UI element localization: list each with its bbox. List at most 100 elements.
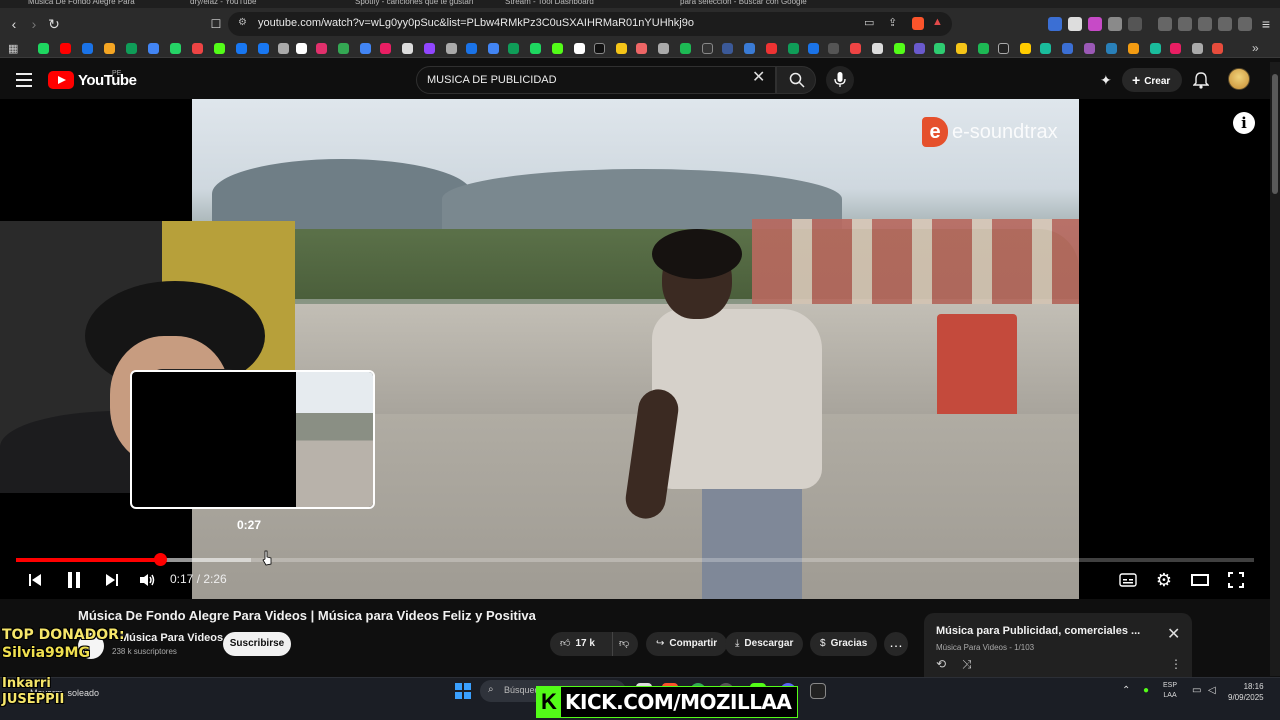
mute-button[interactable] [135,568,159,592]
bookmark-icon[interactable] [680,43,691,54]
download-button[interactable]: ⤓ Descargar [725,632,804,656]
bookmark-icon[interactable] [488,43,499,54]
bookmark-icon[interactable] [1040,43,1051,54]
scrollbar-thumb[interactable] [1272,74,1278,194]
system-clock[interactable]: 18:16 9/09/2025 [1228,681,1264,703]
bookmark-icon[interactable] [702,43,713,54]
wallet-icon[interactable] [1198,17,1212,31]
more-bookmarks-icon[interactable]: » [1252,41,1259,55]
bookmark-icon[interactable] [126,43,137,54]
windows-start-icon[interactable] [455,683,471,699]
bookmark-icon[interactable] [82,43,93,54]
forward-icon[interactable]: › [26,16,42,32]
subtitles-button[interactable] [1116,568,1140,592]
leo-icon[interactable] [1218,17,1232,31]
bookmark-icon[interactable] [466,43,477,54]
shuffle-icon[interactable]: ⤨ [962,657,972,672]
bookmark-icon[interactable] [616,43,627,54]
playlist-title[interactable]: Música para Publicidad, comerciales ... [936,625,1140,637]
extension-icon[interactable] [1128,17,1142,31]
bookmark-icon[interactable] [258,43,269,54]
audio-app-icon[interactable] [810,683,826,699]
bookmark-icon[interactable] [380,43,391,54]
pause-button[interactable] [62,568,86,592]
playlist-panel[interactable]: Música para Publicidad, comerciales ... … [924,613,1192,677]
bookmark-icon[interactable] [278,43,289,54]
brave-shield-icon[interactable] [912,17,924,30]
bookmark-google-icon[interactable] [296,43,307,54]
bookmark-icon[interactable] [766,43,777,54]
bookmark-icon[interactable] [360,43,371,54]
brave-rewards-icon[interactable]: ▲ [932,16,943,28]
bookmark-icon[interactable] [446,43,457,54]
subscribe-button[interactable]: Suscribirse [223,632,291,656]
thanks-button[interactable]: $ Gracias [810,632,878,656]
search-input[interactable]: MUSICA DE PUBLICIDAD [416,66,776,94]
clear-search-icon[interactable]: ✕ [752,70,765,86]
extension-icon[interactable] [1088,17,1102,31]
guide-menu-icon[interactable] [16,73,32,87]
media-icon[interactable] [1158,17,1172,31]
bookmark-icon[interactable] [978,43,989,54]
bookmark-x-icon[interactable] [574,43,585,54]
dislike-button[interactable]: 👎︎ [612,632,638,656]
bookmark-icon[interactable] [1212,43,1223,54]
bookmark-icon[interactable] [1084,43,1095,54]
browser-tab[interactable]: Stream - Tool Dashboard [505,0,635,8]
bookmark-icon[interactable] [104,43,115,54]
sidebar-icon[interactable] [1178,17,1192,31]
create-clip-icon[interactable]: ✦ [1100,72,1112,89]
bookmark-icon[interactable] [956,43,967,54]
language-indicator[interactable]: ESP LAA [1163,681,1177,701]
theater-mode-button[interactable] [1188,568,1212,592]
bookmark-icon[interactable]: ☐ [208,16,224,32]
network-icon[interactable]: ▭ [1192,685,1201,696]
bookmark-icon[interactable] [402,43,413,54]
share-button[interactable]: ↪ Compartir [646,632,728,656]
bookmark-icon[interactable] [934,43,945,54]
bookmark-icon[interactable] [1020,43,1031,54]
notifications-bell-icon[interactable] [1193,72,1209,89]
progress-scrubber[interactable] [153,553,167,566]
bookmark-icon[interactable] [808,43,819,54]
like-button[interactable]: 👍︎ 17 k [550,632,612,656]
extension-icon[interactable] [1068,17,1082,31]
site-info-icon[interactable]: ⚙ [238,17,247,28]
bookmark-icon[interactable] [872,43,883,54]
apps-grid-icon[interactable]: ▦ [8,42,18,55]
bookmark-icon[interactable] [744,43,755,54]
bookmark-icon[interactable] [530,43,541,54]
bookmark-icon[interactable] [552,43,563,54]
bookmark-icon[interactable] [508,43,519,54]
bookmark-icon[interactable] [914,43,925,54]
next-button[interactable] [100,568,124,592]
bookmark-icon[interactable] [788,43,799,54]
browser-tab[interactable]: dry/elaz - YouTube [190,0,320,8]
microphone-tray-icon[interactable]: ● [1143,685,1149,696]
bookmark-spotify-icon[interactable] [38,43,49,54]
bookmark-icon[interactable] [1150,43,1161,54]
progress-bar[interactable] [16,553,1254,566]
create-button[interactable]: + Crear [1122,68,1182,92]
close-icon[interactable]: ✕ [1167,627,1180,643]
bookmark-twitch-icon[interactable] [424,43,435,54]
tray-overflow-icon[interactable]: ⌃ [1122,685,1130,696]
bookmark-tiktok-icon[interactable] [594,43,605,54]
more-vertical-icon[interactable]: ⋮ [1170,657,1182,671]
back-icon[interactable]: ‹ [6,16,22,32]
bookmark-kick-icon[interactable] [214,43,225,54]
youtube-wordmark[interactable]: YouTube [78,72,137,89]
bookmark-icon[interactable] [658,43,669,54]
video-player[interactable]: e e-soundtrax i 0:27 0:17 / 2:26 ⚙ [0,99,1270,599]
bookmark-icon[interactable] [850,43,861,54]
info-icon[interactable]: i [1233,112,1255,134]
share-page-icon[interactable]: ⇪ [888,16,897,29]
video-frame[interactable]: e e-soundtrax [192,99,1079,599]
browser-tab[interactable]: Spotify - canciones que te gustan [355,0,485,8]
menu-icon[interactable]: ≡ [1258,16,1274,32]
bookmark-icon[interactable] [894,43,905,54]
bookmark-icon[interactable] [1170,43,1181,54]
channel-watermark[interactable]: e e-soundtrax [922,117,1058,147]
bookmark-icon[interactable] [998,43,1009,54]
address-bar[interactable]: ⚙ youtube.com/watch?v=wLg0yy0pSuc&list=P… [228,12,952,36]
